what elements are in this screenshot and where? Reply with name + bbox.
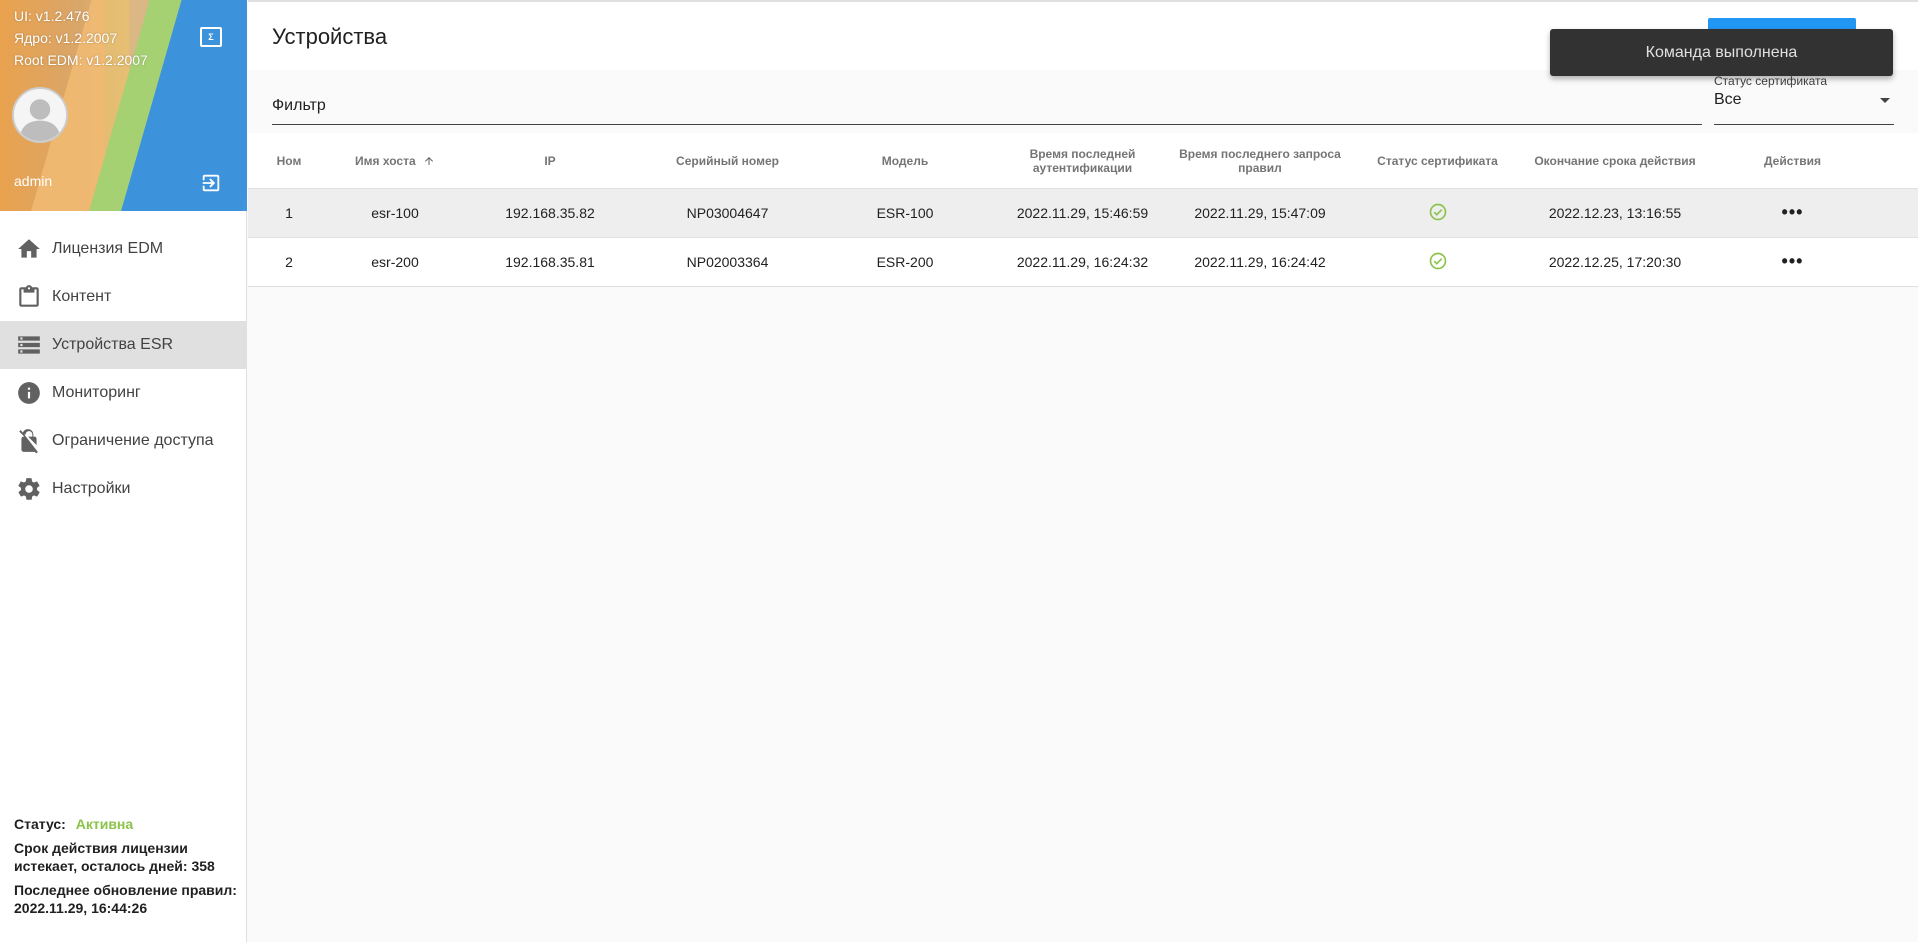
cell-serial: NP02003364 (686, 254, 769, 270)
clipboard-icon (16, 284, 42, 310)
home-icon (16, 236, 42, 262)
filter-bar: Статус сертификата Все (248, 70, 1918, 132)
column-header-last-rules[interactable]: Время последнего запроса правил (1170, 147, 1350, 175)
sidebar-item-monitoring[interactable]: Мониторинг (0, 369, 247, 417)
cert-status-value: Все (1714, 91, 1742, 108)
column-header-model[interactable]: Модель (815, 154, 995, 168)
cell-actions: ••• (1705, 203, 1880, 221)
cell-model: ESR-200 (876, 254, 934, 270)
cell-serial: NP03004647 (686, 205, 769, 221)
column-header-expiry[interactable]: Окончание срока действия (1525, 154, 1705, 168)
sidebar-item-esr-devices[interactable]: Устройства ESR (0, 321, 247, 369)
dropdown-arrow-icon (1880, 98, 1890, 103)
cell-last-auth: 2022.11.29, 16:24:32 (1016, 254, 1149, 270)
license-status-value: Активна (75, 816, 134, 832)
username: admin (14, 173, 53, 189)
server-icon (16, 332, 42, 358)
sidebar-item-settings[interactable]: Настройки (0, 465, 247, 513)
cell-ip: 192.168.35.82 (505, 205, 595, 221)
sidebar: UI: v1.2.476 Ядро: v1.2.2007 Root EDM: v… (0, 0, 247, 942)
cell-cert-status (1350, 202, 1525, 224)
cell-model: ESR-100 (876, 205, 934, 221)
cell-last-rules: 2022.11.29, 15:47:09 (1194, 205, 1326, 221)
column-header-hostname[interactable]: Имя хоста (330, 154, 460, 168)
cell-last-auth: 2022.11.29, 15:46:59 (1016, 205, 1149, 221)
sidebar-nav: Лицензия EDM Контент Устройства ESR Мони… (0, 225, 247, 513)
cell-expiry: 2022.12.25, 17:20:30 (1548, 254, 1682, 270)
sidebar-item-access-restriction[interactable]: Ограничение доступа (0, 417, 247, 465)
sidebar-item-label: Ограничение доступа (52, 432, 214, 449)
cell-num: 1 (285, 205, 293, 221)
rules-last-update: Последнее обновление правил: 2022.11.29,… (14, 882, 237, 916)
devices-table: Ном Имя хоста IP Серийный номер Модель В… (248, 133, 1918, 287)
page-title: Устройства (272, 24, 388, 49)
license-expiry: Срок действия лицензии истекает, осталос… (14, 840, 215, 874)
cell-ip: 192.168.35.81 (505, 254, 595, 270)
column-header-label: Имя хоста (355, 153, 416, 168)
more-actions-icon[interactable]: ••• (1782, 252, 1804, 270)
column-header-ip[interactable]: IP (460, 154, 640, 168)
cell-last-rules: 2022.11.29, 16:24:42 (1194, 254, 1326, 270)
cell-hostname: esr-100 (371, 205, 419, 221)
table-row[interactable]: 1 esr-100 192.168.35.82 NP03004647 ESR-1… (248, 189, 1918, 238)
cert-status-select[interactable]: Статус сертификата Все (1714, 74, 1894, 125)
avatar (12, 87, 68, 143)
sidebar-item-label: Контент (52, 288, 112, 305)
table-header: Ном Имя хоста IP Серийный номер Модель В… (248, 133, 1918, 189)
root-edm-version: Root EDM: v1.2.2007 (14, 52, 148, 68)
logout-icon[interactable] (200, 172, 222, 194)
sidebar-item-label: Лицензия EDM (52, 240, 164, 257)
check-circle-icon (1429, 203, 1446, 221)
check-circle-icon (1429, 252, 1446, 270)
column-header-cert-status[interactable]: Статус сертификата (1350, 154, 1525, 168)
ui-version: UI: v1.2.476 (14, 8, 90, 24)
sort-ascending-icon (424, 157, 433, 166)
column-header-serial[interactable]: Серийный номер (640, 154, 815, 168)
user-avatar-icon (14, 89, 66, 141)
table-row[interactable]: 2 esr-200 192.168.35.81 NP02003364 ESR-2… (248, 238, 1918, 287)
cell-cert-status (1350, 251, 1525, 273)
column-header-num[interactable]: Ном (248, 154, 330, 168)
more-actions-icon[interactable]: ••• (1782, 203, 1804, 221)
lock-off-icon (16, 428, 42, 454)
column-header-actions: Действия (1763, 153, 1822, 168)
version-info: UI: v1.2.476 Ядро: v1.2.2007 Root EDM: v… (14, 5, 148, 71)
filter-input[interactable] (272, 87, 1702, 125)
cell-expiry: 2022.12.23, 13:16:55 (1548, 205, 1682, 221)
top-bar: Устройства Команда выполнена (248, 0, 1918, 76)
main-content: Устройства Команда выполнена Статус серт… (248, 0, 1918, 942)
version-details-icon[interactable]: Σ (200, 27, 222, 47)
cell-num: 2 (285, 254, 293, 270)
gear-icon (16, 476, 42, 502)
license-status-label: Статус: (14, 816, 66, 832)
info-icon (16, 380, 42, 406)
profile-panel: UI: v1.2.476 Ядро: v1.2.2007 Root EDM: v… (0, 0, 247, 211)
sidebar-item-content[interactable]: Контент (0, 273, 247, 321)
sidebar-item-label: Мониторинг (52, 384, 141, 401)
column-header-last-auth[interactable]: Время последней аутентификации (995, 147, 1170, 175)
sidebar-item-label: Настройки (52, 480, 131, 497)
cert-status-label: Статус сертификата (1714, 74, 1828, 88)
sidebar-item-label: Устройства ESR (52, 336, 174, 353)
sidebar-item-license[interactable]: Лицензия EDM (0, 225, 247, 273)
cell-hostname: esr-200 (371, 254, 419, 270)
cell-actions: ••• (1705, 252, 1880, 270)
core-version: Ядро: v1.2.2007 (14, 30, 118, 46)
license-info: Статус: Активна Срок действия лицензии и… (14, 815, 239, 923)
toast-notification: Команда выполнена (1550, 29, 1893, 76)
